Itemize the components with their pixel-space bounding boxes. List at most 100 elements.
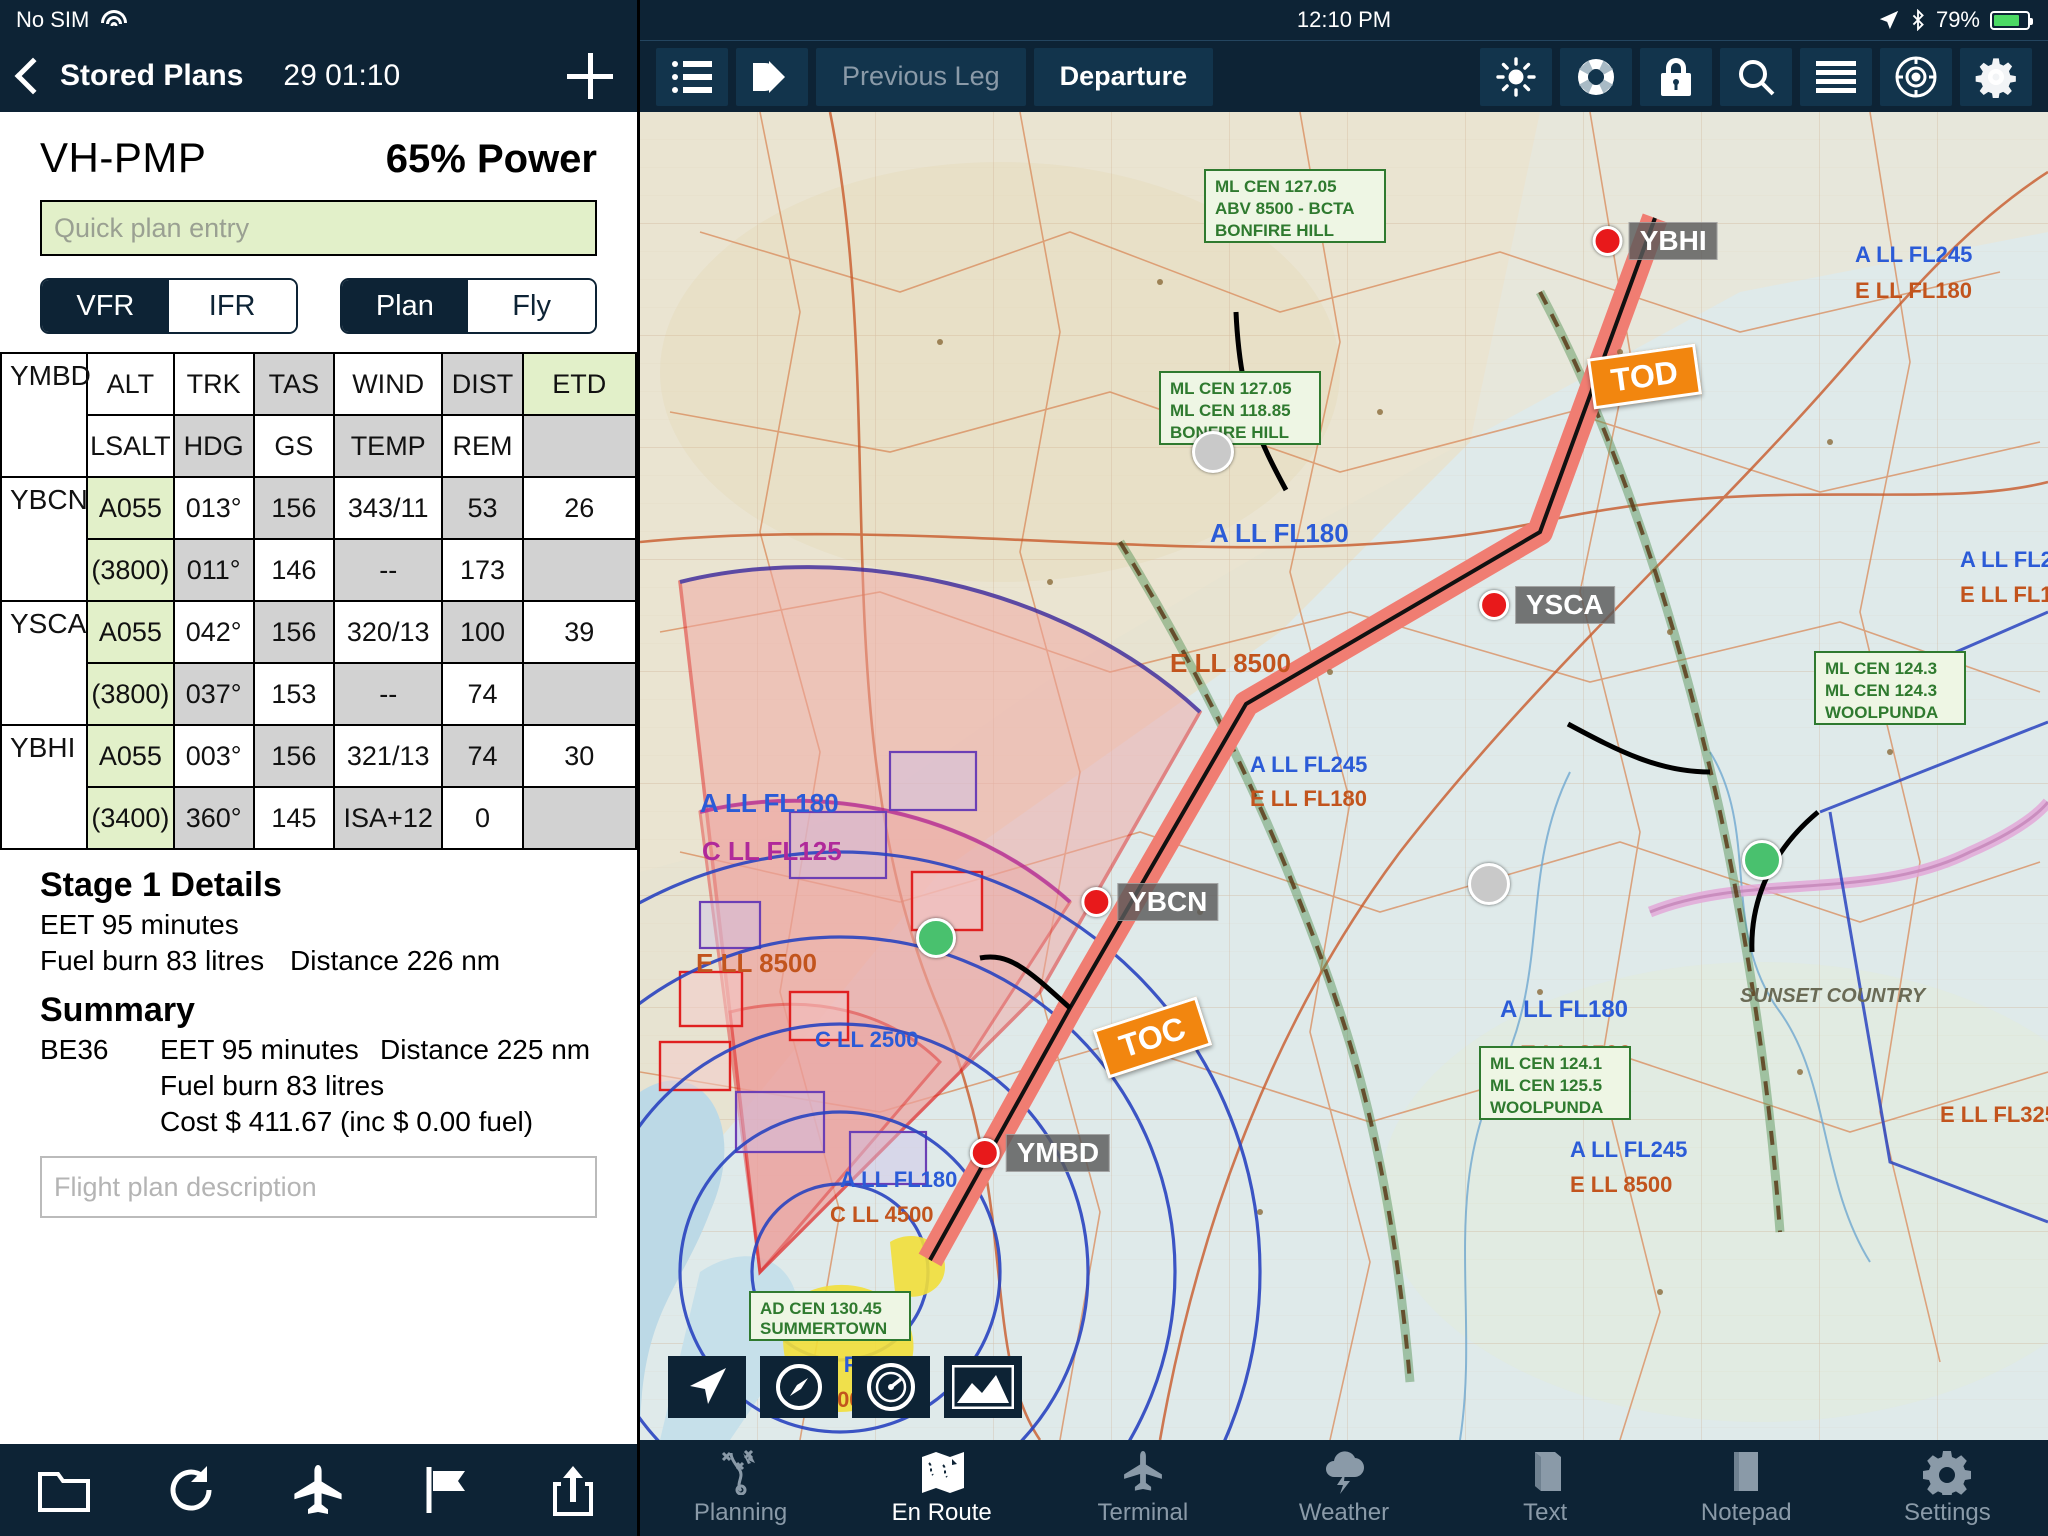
description-placeholder: Flight plan description — [54, 1171, 317, 1202]
back-chevron-icon[interactable] — [14, 57, 52, 95]
table-row[interactable]: YBCN A055 013° 156 343/11 53 26 — [0, 476, 637, 602]
grey-dot-icon — [1192, 430, 1235, 473]
previous-leg-button[interactable]: Previous Leg — [816, 47, 1026, 106]
rules-segmented-control[interactable]: VFR IFR — [40, 278, 298, 334]
nav-label: Notepad — [1700, 1499, 1792, 1526]
brightness-icon[interactable] — [1480, 47, 1552, 106]
row-waypoint[interactable]: YSCA — [0, 600, 89, 726]
power-setting[interactable]: 65% Power — [386, 137, 597, 182]
th-etd: ETD — [521, 352, 637, 416]
grey-waypoint-marker[interactable] — [1192, 430, 1235, 473]
search-icon[interactable] — [1720, 47, 1792, 106]
row-waypoint[interactable]: YBCN — [0, 476, 89, 602]
mode-segmented-control[interactable]: Plan Fly — [339, 278, 597, 334]
row-rem: 173 — [441, 538, 524, 602]
route-arrows-icon[interactable] — [736, 47, 808, 106]
waypoint-marker-ymbd[interactable]: YMBD — [969, 1134, 1111, 1173]
airspace-label: C LL FL125 — [702, 836, 842, 866]
plan-body: VH-PMP 65% Power Quick plan entry VFR IF… — [0, 112, 637, 1536]
flight-plan-description-input[interactable]: Flight plan description — [40, 1156, 597, 1218]
radar-icon[interactable] — [1880, 47, 1952, 106]
quick-plan-entry-placeholder: Quick plan entry — [54, 212, 250, 243]
waypoint-dot-icon — [1081, 887, 1112, 918]
table-row[interactable]: YSCA A055 042° 156 320/13 100 39 — [0, 600, 637, 726]
gauge-icon[interactable] — [852, 1356, 930, 1418]
lock-icon[interactable] — [1640, 47, 1712, 106]
grey-waypoint-marker[interactable] — [1468, 862, 1511, 905]
green-airport-marker[interactable] — [1742, 839, 1783, 880]
row-waypoint[interactable]: YBHI — [0, 724, 89, 850]
nav-item-terminal[interactable]: Terminal — [1042, 1440, 1243, 1536]
left-status-bar: No SIM — [0, 0, 637, 40]
book-icon — [1535, 1452, 1562, 1491]
aircraft-row: VH-PMP 65% Power — [0, 112, 637, 192]
settings-gear-icon — [1923, 1451, 1972, 1495]
row-lsalt[interactable]: (3400) — [86, 786, 175, 850]
green-airport-marker[interactable] — [915, 918, 956, 959]
battery-percent: 79% — [1935, 7, 1980, 32]
segment-ifr[interactable]: IFR — [168, 280, 296, 332]
share-icon[interactable] — [545, 1462, 601, 1518]
refresh-icon[interactable] — [163, 1462, 219, 1518]
plus-icon[interactable] — [567, 53, 613, 99]
row-lsalt[interactable]: (3800) — [86, 538, 175, 602]
table-row-sub[interactable]: (3800) 011° 146 -- 173 — [1, 538, 637, 602]
quick-plan-entry-input[interactable]: Quick plan entry — [40, 200, 597, 256]
segment-fly[interactable]: Fly — [468, 280, 595, 332]
aircraft-registration[interactable]: VH-PMP — [40, 134, 206, 182]
flag-icon[interactable] — [418, 1462, 474, 1518]
row-alt[interactable]: A055 — [86, 476, 175, 540]
green-dot-icon — [915, 918, 956, 959]
terrain-profile-icon[interactable] — [944, 1356, 1022, 1418]
nav-item-enroute[interactable]: En Route — [841, 1440, 1042, 1536]
nav-label: Settings — [1904, 1499, 1991, 1526]
location-arrow-icon[interactable] — [668, 1356, 746, 1418]
nav-item-planning[interactable]: Planning — [640, 1440, 841, 1536]
segment-vfr[interactable]: VFR — [42, 280, 169, 332]
settings-gear-icon[interactable] — [1960, 47, 2032, 106]
compass-icon[interactable] — [760, 1356, 838, 1418]
ipad-efb-screen: No SIM Stored Plans 29 01:10 VH-PMP 65% … — [0, 0, 2048, 1536]
waypoint-marker-ysca[interactable]: YSCA — [1478, 585, 1615, 624]
airspace-label: E LL FL180 — [1250, 786, 1367, 811]
segment-plan[interactable]: Plan — [341, 280, 469, 332]
back-button-label[interactable]: Stored Plans — [60, 59, 243, 93]
table-row-sub[interactable]: (3400) 360° 145 ISA+12 0 — [1, 786, 637, 850]
row-alt[interactable]: A055 — [86, 600, 175, 664]
origin-cell[interactable]: YMBD — [0, 352, 91, 478]
waypoint-marker-ybcn[interactable]: YBCN — [1081, 883, 1219, 922]
table-header-row-1: YMBD ALT TRK TAS WIND DIST ETD — [0, 352, 637, 478]
stage-distance: Distance 226 nm — [290, 945, 501, 976]
list-icon[interactable] — [656, 47, 728, 106]
summary-cost: Cost $ 411.67 (inc $ 0.00 fuel) — [160, 1106, 534, 1137]
row-etd[interactable]: 26 — [521, 476, 637, 540]
row-dist: 100 — [441, 600, 524, 664]
row-lsalt[interactable]: (3800) — [86, 662, 175, 726]
airspace-label: A LL FL245 — [1250, 752, 1367, 777]
th-gs: GS — [252, 414, 336, 478]
aircraft-icon[interactable] — [290, 1462, 346, 1518]
svg-text:SUNSET COUNTRY: SUNSET COUNTRY — [1740, 985, 1927, 1007]
row-hdg: 037° — [172, 662, 255, 726]
row-etd[interactable]: 39 — [521, 600, 637, 664]
folder-icon[interactable] — [36, 1462, 92, 1518]
waypoint-marker-ybhi[interactable]: YBHI — [1592, 221, 1718, 260]
row-temp: -- — [333, 662, 444, 726]
row-alt[interactable]: A055 — [86, 724, 175, 788]
airspace-label: A LL FL180 — [700, 788, 839, 818]
bluetooth-icon — [1912, 9, 1924, 31]
table-row[interactable]: YBHI A055 003° 156 321/13 74 30 — [0, 724, 637, 850]
life-ring-icon[interactable] — [1560, 47, 1632, 106]
map-layers-icon[interactable] — [1800, 47, 1872, 106]
nav-item-settings[interactable]: Settings — [1847, 1440, 2048, 1536]
row-temp: ISA+12 — [333, 786, 444, 850]
nav-item-notepad[interactable]: Notepad — [1646, 1440, 1847, 1536]
enroute-map[interactable]: A LL FL180 A LL FL180 C LL FL125 E LL 85… — [640, 112, 2048, 1440]
nav-item-weather[interactable]: Weather — [1243, 1440, 1444, 1536]
departure-button[interactable]: Departure — [1033, 47, 1214, 106]
row-etd[interactable]: 30 — [521, 724, 637, 788]
row-rem: 74 — [441, 662, 524, 726]
nav-item-text[interactable]: Text — [1445, 1440, 1646, 1536]
nav-label: En Route — [891, 1499, 992, 1526]
table-row-sub[interactable]: (3800) 037° 153 -- 74 — [1, 662, 637, 726]
